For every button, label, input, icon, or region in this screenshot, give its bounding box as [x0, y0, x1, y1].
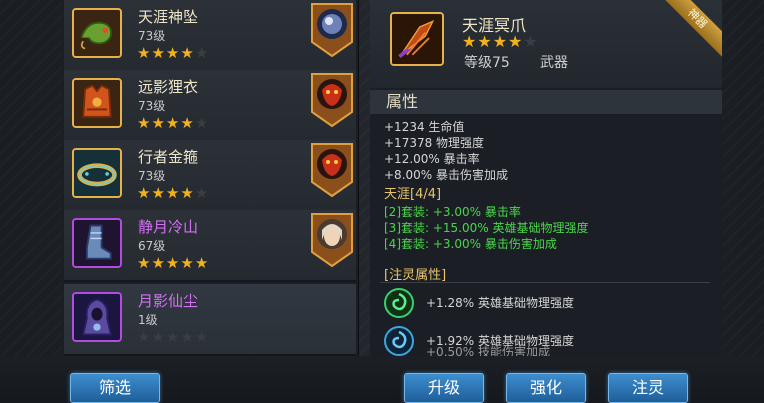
spirit-row: +1.28% 英雄基础物理强度: [384, 288, 714, 322]
list-item[interactable]: 月影仙尘 1级 ★★★★★: [64, 284, 356, 356]
list-item[interactable]: 天涯神坠 73级 ★★★★★: [64, 0, 356, 72]
star-filled-icon: ★: [165, 184, 181, 202]
item-level: 1级: [138, 313, 158, 327]
item-detail-panel: 天涯冥爪 ★★★★★ 等级75 武器 神器 属性 +1234 生命值 +1737…: [370, 0, 722, 356]
blue-swirl-icon: [384, 326, 414, 356]
item-name: 远影狸衣: [138, 78, 199, 96]
hero-portrait-icon[interactable]: [310, 212, 354, 268]
item-name: 行者金箍: [138, 148, 199, 166]
star-filled-icon: ★: [180, 44, 195, 62]
set-bonus-line: [2]套装: +3.00% 暴击率: [384, 205, 521, 219]
star-empty-icon: ★: [194, 184, 210, 202]
stat-line: +8.00% 暴击伤害加成: [384, 168, 508, 182]
chameleon-pendant-icon: [72, 8, 122, 58]
detail-item-level: 等级75: [464, 55, 510, 71]
item-stars: ★★★★★: [137, 254, 209, 272]
star-empty-icon: ★: [523, 32, 539, 51]
detail-item-type: 武器: [540, 55, 568, 71]
list-item[interactable]: 行者金箍 73级 ★★★★★: [64, 140, 356, 212]
armor-vest-icon: [72, 78, 122, 128]
set-bonus-line: [3]套装: +15.00% 英雄基础物理强度: [384, 221, 589, 235]
artifact-ribbon: 神器: [662, 0, 722, 60]
spirit-line-cutoff: +0.50% 技能伤害加成: [426, 345, 550, 356]
list-item[interactable]: 静月冷山 67级 ★★★★★: [64, 210, 356, 282]
star-filled-icon: ★: [508, 32, 524, 51]
equipment-list[interactable]: 天涯神坠 73级 ★★★★★ 远影狸衣 73级 ★★★★★ 行者金箍 73级 ★…: [62, 0, 359, 356]
item-level: 73级: [138, 99, 166, 113]
item-stars: ★★★★★: [137, 184, 209, 202]
set-title: 天涯[4/4]: [384, 187, 442, 202]
item-name: 静月冷山: [138, 218, 199, 236]
item-level: 73级: [138, 169, 166, 183]
star-filled-icon: ★: [194, 254, 210, 272]
claw-weapon-icon: [390, 12, 444, 66]
ribbon-label: 神器: [662, 0, 722, 58]
item-stars: ★★★★★: [137, 114, 209, 132]
upgrade-button[interactable]: 升级: [404, 373, 484, 403]
star-filled-icon: ★: [137, 184, 152, 202]
item-level: 67级: [138, 239, 166, 253]
star-empty-icon: ★: [151, 328, 166, 346]
stat-line: +17378 物理强度: [384, 136, 485, 150]
golden-ring-icon: [72, 148, 122, 198]
item-name: 天涯神坠: [138, 8, 199, 26]
enhance-button[interactable]: 强化: [506, 373, 586, 403]
detail-item-stars: ★★★★★: [462, 32, 539, 51]
spirit-section-title: [注灵属性]: [384, 268, 447, 283]
item-stars: ★★★★★: [137, 328, 209, 346]
star-filled-icon: ★: [477, 32, 493, 51]
star-filled-icon: ★: [165, 44, 181, 62]
star-filled-icon: ★: [151, 114, 166, 132]
item-name: 月影仙尘: [138, 292, 199, 310]
star-empty-icon: ★: [194, 328, 210, 346]
star-empty-icon: ★: [165, 328, 181, 346]
divider: [380, 282, 710, 283]
star-filled-icon: ★: [151, 184, 166, 202]
star-filled-icon: ★: [180, 184, 195, 202]
star-empty-icon: ★: [194, 114, 210, 132]
spirit-line: +1.28% 英雄基础物理强度: [426, 296, 574, 310]
item-stars: ★★★★★: [137, 44, 209, 62]
stat-line: +1234 生命值: [384, 120, 465, 134]
stat-line: +12.00% 暴击率: [384, 152, 480, 166]
detail-header: 天涯冥爪 ★★★★★ 等级75 武器 神器: [370, 0, 722, 88]
star-filled-icon: ★: [180, 114, 195, 132]
filter-button[interactable]: 筛选: [70, 373, 160, 403]
orb-portrait-icon[interactable]: [310, 2, 354, 58]
star-empty-icon: ★: [180, 328, 195, 346]
star-empty-icon: ★: [137, 328, 152, 346]
item-level: 73级: [138, 29, 166, 43]
red-beast-portrait-icon[interactable]: [310, 142, 354, 198]
star-filled-icon: ★: [151, 254, 166, 272]
star-filled-icon: ★: [165, 254, 181, 272]
star-filled-icon: ★: [137, 114, 152, 132]
attributes-section-title: 属性: [370, 90, 722, 114]
boots-icon: [72, 218, 122, 268]
infuse-button[interactable]: 注灵: [608, 373, 688, 403]
green-swirl-icon: [384, 288, 414, 318]
star-filled-icon: ★: [492, 32, 509, 51]
hooded-figure-icon: [72, 292, 122, 342]
star-empty-icon: ★: [194, 44, 210, 62]
star-filled-icon: ★: [151, 44, 166, 62]
star-filled-icon: ★: [137, 254, 152, 272]
star-filled-icon: ★: [165, 114, 181, 132]
red-beast-portrait-icon[interactable]: [310, 72, 354, 128]
star-filled-icon: ★: [180, 254, 195, 272]
set-bonus-line: [4]套装: +3.00% 暴击伤害加成: [384, 237, 557, 251]
star-filled-icon: ★: [462, 32, 478, 51]
star-filled-icon: ★: [137, 44, 152, 62]
list-item[interactable]: 远影狸衣 73级 ★★★★★: [64, 70, 356, 142]
